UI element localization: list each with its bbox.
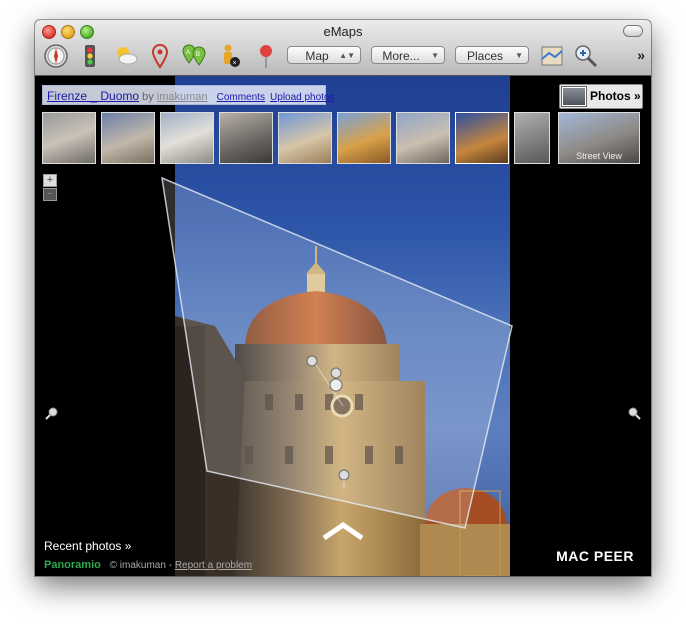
photo-marker-icon[interactable] <box>303 352 321 370</box>
photo-marker-icon[interactable] <box>327 376 345 394</box>
comments-link[interactable]: Comments <box>217 92 265 103</box>
photo-thumbnail[interactable] <box>219 112 273 164</box>
places-label: Places <box>466 49 504 63</box>
photo-thumbnail-strip: Street View <box>42 112 647 168</box>
toolbar-overflow-button[interactable]: » <box>637 47 645 63</box>
map-type-label: Map <box>305 49 329 63</box>
chevron-down-icon: ▼ <box>515 51 523 60</box>
map-view[interactable]: Firenze _ Duomo by imakuman Comments Upl… <box>35 76 651 576</box>
watermark: MAC PEER <box>556 548 634 564</box>
pan-left-icon[interactable] <box>44 406 60 422</box>
map-type-select[interactable]: Map ▲▼ <box>287 46 361 64</box>
photo-thumbnail[interactable] <box>42 112 96 164</box>
svg-text:B: B <box>196 52 200 58</box>
photos-button[interactable]: Photos » <box>559 84 643 109</box>
street-view-thumbnail[interactable]: Street View <box>558 112 640 164</box>
pin-icon[interactable] <box>147 43 173 69</box>
photo-thumbnail[interactable] <box>514 112 550 164</box>
window-title: eMaps <box>323 24 363 39</box>
emaps-window: eMaps A B × Map ▲▼ More... ▼ Places ▼ » … <box>35 20 651 576</box>
zoom-in-icon[interactable] <box>573 43 599 69</box>
photo-thumbnail[interactable] <box>101 112 155 164</box>
ab-pins-icon[interactable]: A B <box>181 43 207 69</box>
photo-thumbnail[interactable] <box>160 112 214 164</box>
by-label: by <box>142 91 154 103</box>
places-select[interactable]: Places ▼ <box>455 46 529 64</box>
more-select[interactable]: More... ▼ <box>371 46 445 64</box>
street-view-label: Street View <box>576 151 622 161</box>
compass-icon[interactable] <box>43 43 69 69</box>
panoramio-logo[interactable]: Panoramio <box>44 559 101 571</box>
upload-photos-link[interactable]: Upload photos <box>270 92 335 103</box>
zoom-control: + − <box>43 174 57 202</box>
map-icon[interactable] <box>539 43 565 69</box>
push-pin-icon[interactable] <box>253 43 279 69</box>
photo-thumbnail-icon <box>562 87 586 106</box>
title-bar: eMaps A B × Map ▲▼ More... ▼ Places ▼ » <box>35 20 651 76</box>
photo-thumbnail-selected[interactable] <box>455 112 509 164</box>
move-forward-arrow-icon[interactable] <box>321 521 365 541</box>
person-icon[interactable]: × <box>217 43 243 69</box>
photo-thumbnail[interactable] <box>396 112 450 164</box>
traffic-light-icon[interactable] <box>77 43 103 69</box>
weather-icon[interactable] <box>113 43 139 69</box>
toolbar-toggle-button[interactable] <box>623 25 643 37</box>
chevron-down-icon: ▼ <box>431 51 439 60</box>
zoom-out-button[interactable]: − <box>43 188 57 201</box>
photo-title-link[interactable]: Firenze _ Duomo <box>47 89 139 103</box>
svg-text:A: A <box>186 50 190 56</box>
svg-text:×: × <box>233 60 237 67</box>
attribution-footer: Panoramio © imakuman - Report a problem <box>44 559 252 571</box>
photos-button-label: Photos » <box>590 89 641 103</box>
more-label: More... <box>382 49 420 63</box>
photo-marker-icon[interactable] <box>336 468 354 492</box>
zoom-in-button[interactable]: + <box>43 174 57 187</box>
photo-thumbnail[interactable] <box>337 112 391 164</box>
photo-info-bar: Firenze _ Duomo by imakuman Comments Upl… <box>42 85 335 105</box>
recent-photos-link[interactable]: Recent photos » <box>44 539 131 553</box>
report-problem-link[interactable]: Report a problem <box>175 560 252 571</box>
photo-thumbnail[interactable] <box>278 112 332 164</box>
updown-icon: ▲▼ <box>339 51 355 60</box>
pan-right-icon[interactable] <box>626 406 642 422</box>
copyright-text: © imakuman - <box>109 560 175 571</box>
author-link[interactable]: imakuman <box>157 91 208 103</box>
